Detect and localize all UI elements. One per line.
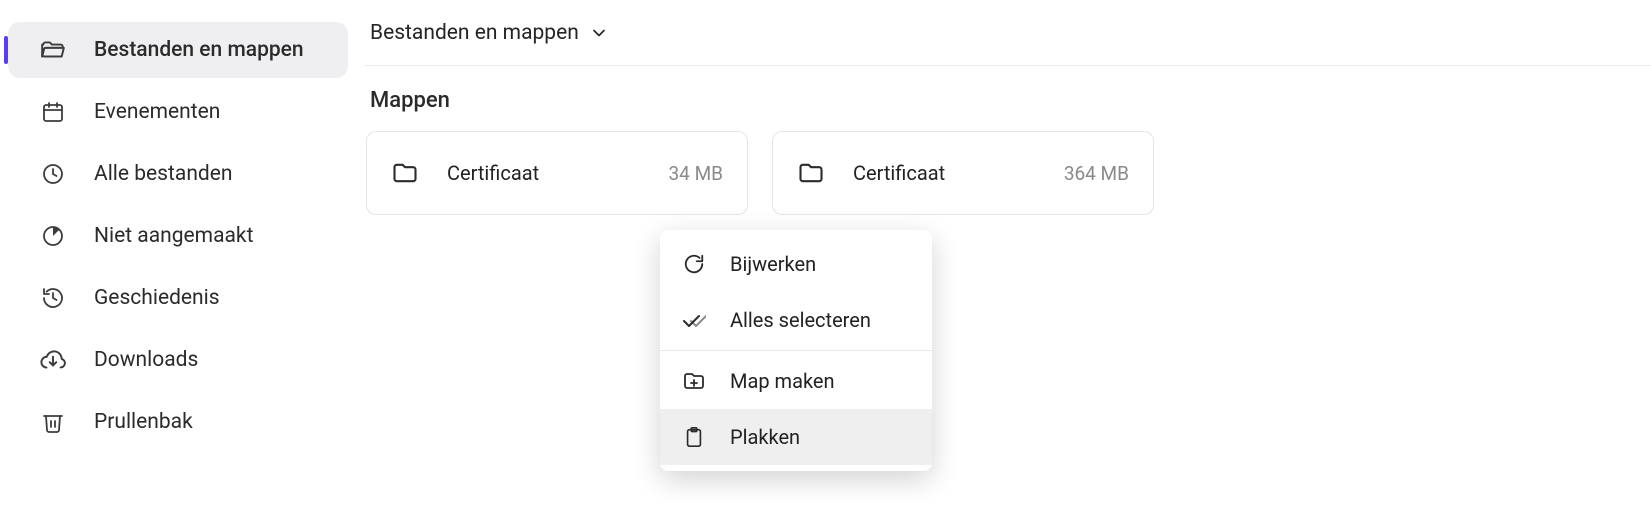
calendar-icon	[40, 99, 66, 125]
cloud-download-icon	[40, 347, 66, 373]
folders-grid: Certificaat 34 MB Certificaat 364 MB	[364, 131, 1651, 215]
trash-icon	[40, 409, 66, 435]
folder-card[interactable]: Certificaat 34 MB	[366, 131, 748, 215]
folders-heading: Mappen	[370, 88, 1651, 113]
sidebar-item-label: Prullenbak	[94, 410, 193, 434]
menu-item-create-folder[interactable]: Map maken	[660, 353, 932, 409]
sidebar-item-files-and-folders[interactable]: Bestanden en mappen	[8, 22, 348, 78]
sidebar-item-label: Bestanden en mappen	[94, 38, 304, 62]
sidebar-item-label: Niet aangemaakt	[94, 224, 253, 248]
sidebar-item-not-created[interactable]: Niet aangemaakt	[8, 208, 348, 264]
folder-card[interactable]: Certificaat 364 MB	[772, 131, 1154, 215]
sidebar-item-history[interactable]: Geschiedenis	[8, 270, 348, 326]
history-icon	[40, 285, 66, 311]
sidebar-item-events[interactable]: Evenementen	[8, 84, 348, 140]
sidebar-item-downloads[interactable]: Downloads	[8, 332, 348, 388]
open-folder-icon	[40, 37, 66, 63]
folder-size: 364 MB	[1064, 162, 1129, 185]
new-folder-icon	[682, 369, 706, 393]
double-check-icon	[682, 308, 706, 332]
breadcrumb-bar: Bestanden en mappen	[364, 0, 1651, 66]
sidebar-item-label: Evenementen	[94, 100, 220, 124]
sidebar-item-label: Downloads	[94, 348, 198, 372]
folder-size: 34 MB	[669, 162, 724, 185]
breadcrumb-label: Bestanden en mappen	[370, 21, 579, 45]
menu-item-label: Plakken	[730, 425, 800, 449]
sidebar-item-all-files[interactable]: Alle bestanden	[8, 146, 348, 202]
pie-slice-icon	[40, 223, 66, 249]
chevron-down-icon	[589, 23, 609, 43]
menu-item-select-all[interactable]: Alles selecteren	[660, 292, 932, 348]
menu-item-refresh[interactable]: Bijwerken	[660, 236, 932, 292]
clock-icon	[40, 161, 66, 187]
sidebar-item-label: Geschiedenis	[94, 286, 220, 310]
breadcrumb-current[interactable]: Bestanden en mappen	[370, 21, 609, 45]
folder-name: Certificaat	[853, 161, 1064, 185]
menu-item-paste[interactable]: Plakken	[660, 409, 932, 465]
sidebar-item-label: Alle bestanden	[94, 162, 233, 186]
context-menu: Bijwerken Alles selecteren Map maken Pla…	[660, 230, 932, 471]
menu-item-label: Bijwerken	[730, 252, 816, 276]
main-content: Bestanden en mappen Mappen Certificaat 3…	[356, 0, 1651, 526]
folder-icon	[797, 159, 825, 187]
menu-item-label: Alles selecteren	[730, 308, 871, 332]
sidebar: Bestanden en mappen Evenementen Alle bes…	[0, 0, 356, 526]
menu-divider	[660, 350, 932, 351]
clipboard-icon	[682, 425, 706, 449]
folder-name: Certificaat	[447, 161, 669, 185]
menu-item-label: Map maken	[730, 369, 835, 393]
folder-icon	[391, 159, 419, 187]
sidebar-item-trash[interactable]: Prullenbak	[8, 394, 348, 450]
refresh-icon	[682, 252, 706, 276]
